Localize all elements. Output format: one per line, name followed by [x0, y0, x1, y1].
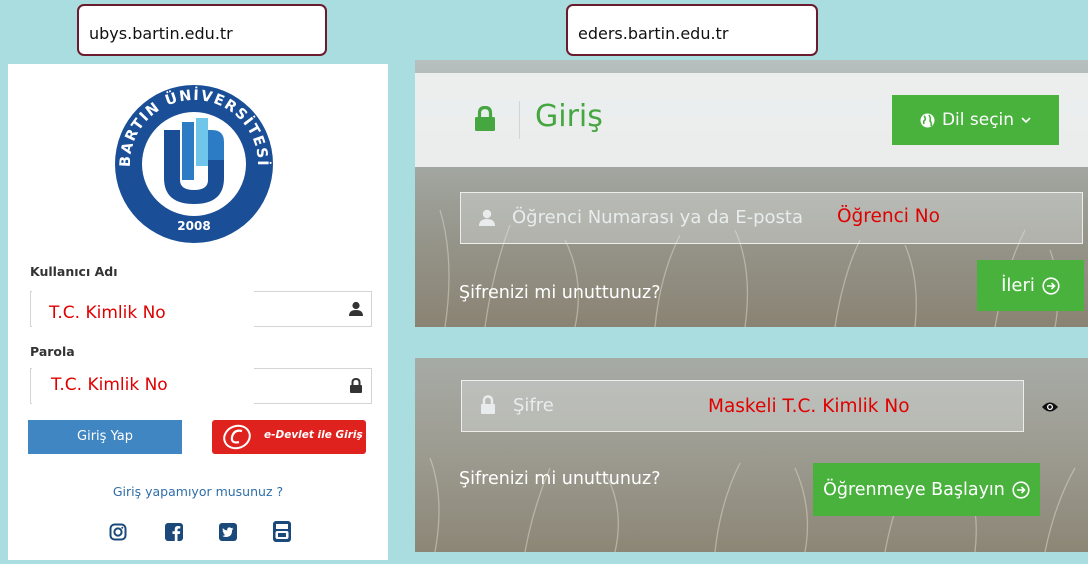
arrow-circle-right-icon	[1042, 276, 1060, 295]
eders-password-annotation: Maskeli T.C. Kimlik No	[708, 396, 910, 417]
edevlet-login-button[interactable]: e-Devlet ile Giriş	[212, 420, 366, 454]
password-placeholder: Şifre	[513, 395, 554, 416]
eders-username-annotation: Öğrenci No	[837, 206, 940, 227]
ubys-username-annotation: T.C. Kimlik No	[49, 303, 166, 323]
youtube-icon[interactable]	[273, 521, 291, 542]
cant-login-link[interactable]: Giriş yapamıyor musunuz ?	[8, 484, 388, 499]
edevlet-button-label: e-Devlet ile Giriş	[264, 429, 363, 441]
arrow-circle-right-icon	[1012, 480, 1030, 499]
password-label: Parola	[30, 344, 75, 359]
forgot-password-link[interactable]: Şifrenizi mi unuttunuz?	[459, 469, 661, 489]
globe-icon	[920, 113, 935, 127]
user-icon	[349, 301, 363, 316]
lock-icon	[350, 378, 362, 393]
facebook-icon[interactable]	[165, 523, 183, 541]
ubys-url-callout: ubys.bartin.edu.tr	[77, 4, 327, 56]
ubys-login-panel: BARTIN ÜNİVERSİTESİ 2008 Kullanıcı Adı T…	[8, 64, 388, 560]
chevron-down-icon	[1021, 116, 1031, 123]
eye-icon[interactable]	[1041, 401, 1059, 413]
start-learning-button[interactable]: Öğrenmeye Başlayın	[813, 463, 1040, 516]
lock-icon	[481, 395, 495, 414]
page-title: Giriş	[535, 99, 603, 134]
ubys-password-annotation: T.C. Kimlik No	[51, 375, 168, 395]
eders-login-panel: Giriş Dil seçin Öğrenci Numarası ya da E…	[415, 60, 1088, 327]
login-button-label: Giriş Yap	[77, 429, 133, 444]
eders-url-callout: eders.bartin.edu.tr	[566, 4, 818, 56]
header-divider	[519, 101, 520, 139]
eders-header: Giriş Dil seçin	[415, 73, 1088, 167]
university-logo: BARTIN ÜNİVERSİTESİ 2008	[115, 85, 273, 243]
language-select-button[interactable]: Dil seçin	[892, 95, 1059, 145]
login-button[interactable]: Giriş Yap	[28, 420, 182, 454]
logo-emblem	[164, 118, 224, 204]
edevlet-logo-icon	[223, 424, 251, 450]
ubys-url-text: ubys.bartin.edu.tr	[89, 24, 233, 43]
next-button[interactable]: İleri	[977, 260, 1084, 311]
next-button-label: İleri	[1001, 275, 1035, 296]
instagram-icon[interactable]	[109, 523, 127, 541]
eders-url-text: eders.bartin.edu.tr	[578, 24, 729, 43]
start-button-label: Öğrenmeye Başlayın	[823, 479, 1005, 500]
username-label: Kullanıcı Adı	[30, 264, 118, 279]
eders-password-panel: Şifre Maskeli T.C. Kimlik No Şifrenizi m…	[415, 358, 1088, 552]
language-button-label: Dil seçin	[941, 110, 1015, 130]
forgot-password-link[interactable]: Şifrenizi mi unuttunuz?	[459, 283, 661, 303]
eders-username-input[interactable]: Öğrenci Numarası ya da E-posta	[460, 192, 1083, 244]
username-placeholder: Öğrenci Numarası ya da E-posta	[512, 207, 804, 228]
user-icon	[479, 209, 495, 226]
logo-year: 2008	[177, 219, 210, 233]
lock-icon	[475, 106, 495, 131]
twitter-icon[interactable]	[219, 523, 237, 541]
